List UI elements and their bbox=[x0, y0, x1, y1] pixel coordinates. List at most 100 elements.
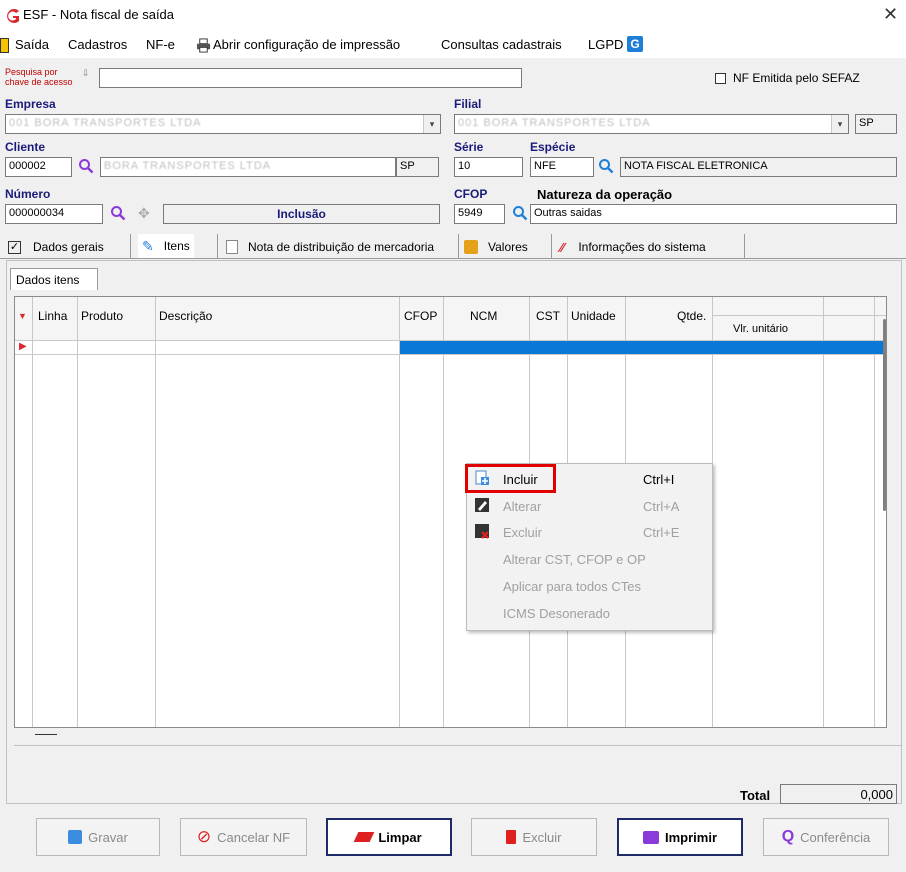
conferencia-button[interactable]: Q Conferência bbox=[763, 818, 889, 856]
menu-item-aplicar-todos-ctes[interactable]: Aplicar para todos CTes bbox=[503, 579, 641, 594]
cfop-input[interactable]: 5949 bbox=[454, 204, 505, 224]
excluir-button[interactable]: Excluir bbox=[471, 818, 597, 856]
serie-input[interactable]: 10 bbox=[454, 157, 523, 177]
menu-item-alterar[interactable]: Alterar bbox=[503, 499, 541, 514]
tab-valores[interactable]: Valores bbox=[464, 236, 528, 258]
vertical-scrollbar[interactable] bbox=[883, 319, 886, 511]
printer-icon bbox=[642, 830, 659, 844]
tab-dados-gerais[interactable]: ✓ Dados gerais bbox=[8, 236, 104, 258]
printer-icon bbox=[196, 38, 211, 53]
search-icon: Q bbox=[781, 828, 795, 845]
close-icon[interactable]: ✕ bbox=[883, 4, 898, 25]
subtab-dados-itens[interactable]: Dados itens bbox=[10, 268, 98, 290]
shortcut-incluir: Ctrl+I bbox=[643, 472, 675, 487]
menu-cadastros[interactable]: Cadastros bbox=[68, 37, 127, 52]
search-access-key-input[interactable] bbox=[99, 68, 522, 88]
tab-informacoes-sistema[interactable]: ⁄⁄ Informações do sistema bbox=[560, 236, 706, 258]
especie-description: NOTA FISCAL ELETRONICA bbox=[620, 157, 897, 177]
menu-item-alterar-cst-cfop-op[interactable]: Alterar CST, CFOP e OP bbox=[503, 552, 646, 567]
column-header-produto[interactable]: Produto bbox=[81, 309, 123, 323]
highlight-box bbox=[465, 464, 556, 493]
especie-label: Espécie bbox=[530, 140, 576, 154]
menu-nfe[interactable]: NF-e bbox=[146, 37, 175, 52]
nf-sefaz-label: NF Emitida pelo SEFAZ bbox=[733, 71, 860, 85]
title-bar: ESF - Nota fiscal de saída ✕ bbox=[0, 0, 906, 32]
total-label: Total bbox=[740, 788, 771, 803]
document-icon bbox=[226, 240, 238, 254]
checkbox-icon: ✓ bbox=[8, 240, 21, 254]
window-title: ESF - Nota fiscal de saída bbox=[23, 7, 175, 22]
filial-uf: SP bbox=[855, 114, 897, 134]
nf-sefaz-checkbox[interactable] bbox=[715, 73, 726, 84]
filial-label: Filial bbox=[454, 97, 482, 111]
empresa-select[interactable]: 001 BORA TRANSPORTES LTDA bbox=[5, 114, 441, 134]
column-header-unidade[interactable]: Unidade bbox=[571, 309, 616, 323]
search-icon[interactable] bbox=[110, 205, 126, 221]
numero-status: Inclusão bbox=[163, 204, 440, 224]
pin-icon: ⇩ bbox=[82, 68, 90, 78]
column-header-ncm[interactable]: NCM bbox=[470, 309, 497, 323]
delete-icon bbox=[475, 524, 489, 539]
total-value: 0,000 bbox=[780, 784, 897, 804]
cliente-name: BORA TRANSPORTES LTDA bbox=[100, 157, 396, 177]
coins-icon bbox=[464, 240, 478, 254]
column-header-descricao[interactable]: Descrição bbox=[159, 309, 212, 323]
grid-footer-dash bbox=[35, 734, 57, 735]
grid-footer bbox=[14, 745, 902, 746]
shortcut-excluir: Ctrl+E bbox=[643, 525, 680, 540]
cancelar-nf-button[interactable]: ⊘ Cancelar NF bbox=[180, 818, 307, 856]
numero-label: Número bbox=[5, 187, 51, 201]
limpar-button[interactable]: Limpar bbox=[326, 818, 452, 856]
natureza-input[interactable]: Outras saidas bbox=[530, 204, 897, 224]
search-icon[interactable] bbox=[512, 205, 528, 221]
numero-input[interactable]: 000000034 bbox=[5, 204, 103, 224]
menu-abrir-configuracao-impressao[interactable]: Abrir configuração de impressão bbox=[213, 37, 400, 52]
empresa-label: Empresa bbox=[5, 97, 56, 111]
eraser-icon bbox=[353, 832, 375, 842]
menu-item-excluir[interactable]: Excluir bbox=[503, 525, 542, 540]
selected-cell bbox=[400, 341, 886, 354]
tab-nota-distribuicao[interactable]: Nota de distribuição de mercadoria bbox=[226, 236, 434, 258]
search-icon[interactable] bbox=[78, 158, 94, 174]
column-header-qtde[interactable]: Qtde. bbox=[677, 309, 706, 323]
edit-icon bbox=[475, 498, 489, 512]
cfop-label: CFOP bbox=[454, 187, 488, 201]
table-row[interactable]: ▶ bbox=[15, 341, 886, 355]
search-label: Pesquisa por chave de acesso bbox=[5, 67, 73, 87]
add-icon[interactable]: ✥ bbox=[138, 205, 150, 222]
pencil-icon: ✎ bbox=[142, 237, 154, 254]
items-grid[interactable]: ▼ Linha Produto Descrição CFOP NCM CST U… bbox=[14, 296, 887, 728]
save-icon bbox=[68, 830, 83, 844]
trash-icon bbox=[506, 830, 517, 844]
cancel-icon: ⊘ bbox=[196, 827, 212, 846]
chevron-down-icon[interactable]: ▾ bbox=[831, 115, 848, 133]
brand-g-icon[interactable]: G bbox=[627, 36, 643, 52]
row-pointer-icon: ▶ bbox=[19, 341, 27, 352]
tab-itens[interactable]: ✎ Itens bbox=[138, 234, 194, 258]
column-header-linha[interactable]: Linha bbox=[38, 309, 67, 323]
gravar-button[interactable]: Gravar bbox=[36, 818, 160, 856]
natureza-label: Natureza da operação bbox=[537, 187, 673, 202]
info-icon: ⁄⁄ bbox=[560, 239, 565, 255]
menu-saida[interactable]: Saída bbox=[15, 37, 49, 52]
menu-item-icms-desonerado[interactable]: ICMS Desonerado bbox=[503, 606, 610, 621]
column-header-cfop[interactable]: CFOP bbox=[404, 309, 437, 323]
serie-label: Série bbox=[454, 140, 484, 154]
app-logo-icon bbox=[7, 9, 19, 23]
filial-select[interactable]: 001 BORA TRANSPORTES LTDA bbox=[454, 114, 849, 134]
imprimir-button[interactable]: Imprimir bbox=[617, 818, 743, 856]
menu-consultas-cadastrais[interactable]: Consultas cadastrais bbox=[441, 37, 562, 52]
especie-code-input[interactable]: NFE bbox=[530, 157, 594, 177]
cliente-label: Cliente bbox=[5, 140, 46, 154]
sort-arrow-icon: ▼ bbox=[18, 311, 27, 321]
cliente-code-input[interactable]: 000002 bbox=[5, 157, 72, 177]
chevron-down-icon[interactable]: ▾ bbox=[423, 115, 440, 133]
shortcut-alterar: Ctrl+A bbox=[643, 499, 680, 514]
column-header-cst[interactable]: CST bbox=[536, 309, 560, 323]
cliente-uf: SP bbox=[396, 157, 439, 177]
door-icon bbox=[0, 38, 9, 53]
menu-lgpd[interactable]: LGPD bbox=[588, 37, 623, 52]
column-header-vlr-unitario[interactable]: Vlr. unitário bbox=[733, 323, 788, 335]
search-icon[interactable] bbox=[598, 158, 614, 174]
menu-bar: Saída Cadastros NF-e Abrir configuração … bbox=[0, 32, 906, 58]
